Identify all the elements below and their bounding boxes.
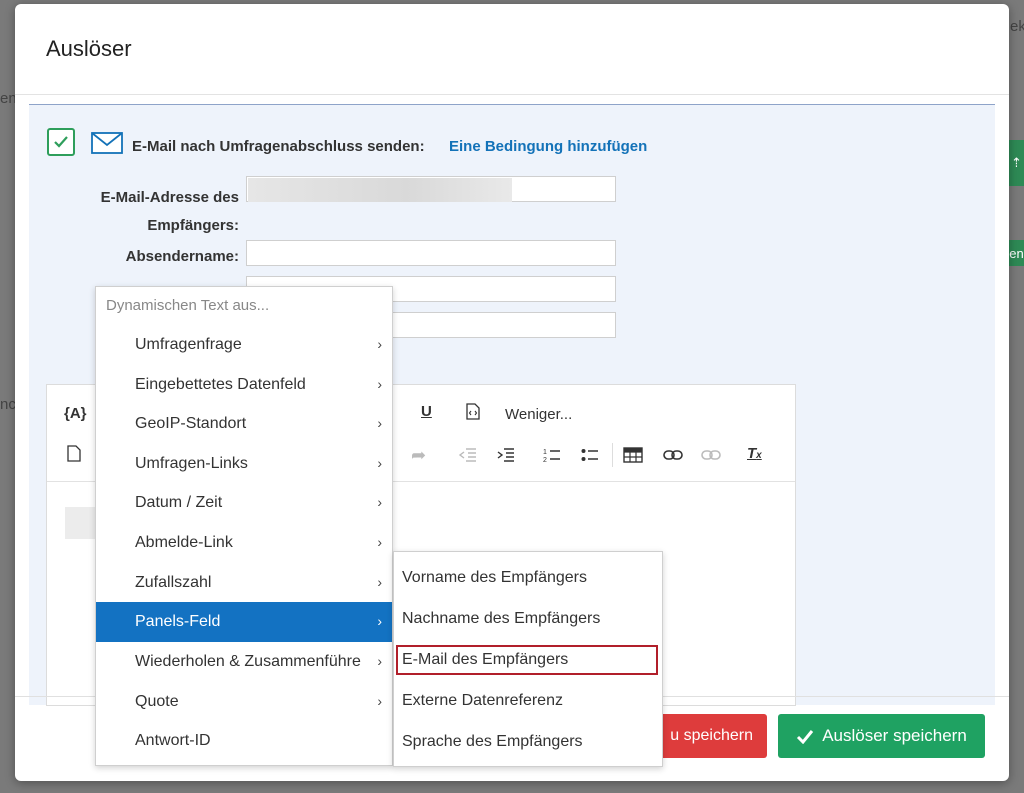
menu-header: Dynamischen Text aus...: [106, 297, 270, 314]
send-email-checkbox[interactable]: [47, 128, 75, 156]
document-icon[interactable]: [67, 445, 81, 462]
chevron-right-icon: ›: [377, 494, 382, 510]
menu-item-label: Datum / Zeit: [135, 494, 223, 511]
add-condition-link[interactable]: Eine Bedingung hinzufügen: [449, 138, 647, 155]
menu-item-date-time[interactable]: Datum / Zeit ›: [96, 483, 392, 523]
save-trigger-label: Auslöser speichern: [822, 726, 967, 745]
menu-item-label: GeoIP-Standort: [135, 415, 247, 432]
redo-icon[interactable]: ➦: [411, 445, 426, 466]
menu-item-label: Antwort-ID: [135, 732, 211, 749]
submenu-item-last-name[interactable]: Nachname des Empfängers: [394, 599, 662, 639]
menu-item-response-id[interactable]: Antwort-ID: [96, 721, 392, 761]
checkmark-icon: [797, 729, 814, 744]
chevron-right-icon: ›: [377, 693, 382, 709]
chevron-right-icon: ›: [377, 574, 382, 590]
sender-name-field[interactable]: [246, 240, 616, 266]
menu-item-label: Abmelde-Link: [135, 534, 233, 551]
outdent-icon[interactable]: [459, 447, 477, 463]
source-code-icon[interactable]: [466, 403, 480, 420]
save-trigger-button[interactable]: Auslöser speichern: [778, 714, 985, 758]
redacted-value: [248, 178, 512, 202]
svg-text:1: 1: [543, 449, 547, 456]
menu-item-loop-merge[interactable]: Wiederholen & Zusammenführe ›: [96, 642, 392, 682]
menu-item-survey-question[interactable]: Umfragenfrage ›: [96, 325, 392, 365]
chevron-right-icon: ›: [377, 415, 382, 431]
menu-item-random-number[interactable]: Zufallszahl ›: [96, 563, 392, 603]
menu-item-quota[interactable]: Quote ›: [96, 682, 392, 722]
bullet-list-icon[interactable]: [581, 447, 599, 463]
recipient-email-label-line2: Empfängers:: [147, 217, 239, 234]
chevron-right-icon: ›: [377, 653, 382, 669]
toolbar-divider: [612, 443, 613, 467]
link-icon[interactable]: [663, 449, 683, 461]
panels-field-submenu: Vorname des Empfängers Nachname des Empf…: [393, 551, 663, 767]
underline-button[interactable]: U: [421, 403, 432, 420]
menu-item-label: Eingebettetes Datenfeld: [135, 376, 306, 393]
submenu-item-external-reference[interactable]: Externe Datenreferenz: [394, 681, 662, 721]
menu-item-label: Quote: [135, 693, 179, 710]
send-email-label: E-Mail nach Umfragenabschluss senden:: [132, 138, 425, 155]
chevron-right-icon: ›: [377, 455, 382, 471]
piped-text-menu: Dynamischen Text aus... Umfragenfrage › E…: [95, 286, 393, 766]
remove-format-icon[interactable]: Tx: [747, 445, 762, 462]
chevron-right-icon: ›: [377, 613, 382, 629]
menu-item-embedded-data[interactable]: Eingebettetes Datenfeld ›: [96, 365, 392, 405]
divider: [15, 94, 1009, 95]
menu-item-geoip[interactable]: GeoIP-Standort ›: [96, 404, 392, 444]
piped-text-button[interactable]: {A}: [64, 405, 87, 422]
submenu-item-email[interactable]: E-Mail des Empfängers: [396, 645, 658, 675]
submenu-item-first-name[interactable]: Vorname des Empfängers: [394, 558, 662, 598]
background-fragment: ek: [1010, 18, 1024, 35]
table-icon[interactable]: [623, 447, 643, 463]
indent-icon[interactable]: [497, 447, 515, 463]
menu-item-survey-links[interactable]: Umfragen-Links ›: [96, 444, 392, 484]
less-toolbar-button[interactable]: Weniger...: [505, 406, 572, 423]
background-green-button: ⇡: [1009, 140, 1024, 186]
chevron-right-icon: ›: [377, 336, 382, 352]
numbered-list-icon[interactable]: 1 2: [543, 447, 561, 463]
menu-item-label: Zufallszahl: [135, 574, 212, 591]
chevron-right-icon: ›: [377, 376, 382, 392]
recipient-email-label-line1: E-Mail-Adresse des: [100, 189, 239, 206]
menu-item-label: Umfragen-Links: [135, 455, 248, 472]
submenu-item-language[interactable]: Sprache des Empfängers: [394, 722, 662, 762]
chevron-right-icon: ›: [377, 534, 382, 550]
envelope-icon: [91, 132, 123, 154]
redacted-content: [65, 507, 97, 539]
background-green-button: en: [1009, 240, 1024, 266]
background-fragment: nc: [0, 396, 16, 413]
modal-title: Auslöser: [46, 36, 132, 61]
recipient-email-field[interactable]: [246, 176, 616, 202]
menu-item-label: Panels-Feld: [135, 613, 221, 630]
menu-item-label: Umfragenfrage: [135, 336, 242, 353]
svg-text:2: 2: [543, 457, 547, 463]
menu-item-unsubscribe-link[interactable]: Abmelde-Link ›: [96, 523, 392, 563]
checkmark-icon: [54, 136, 68, 148]
unlink-icon[interactable]: [701, 449, 721, 463]
menu-item-panels-field[interactable]: Panels-Feld ›: [96, 602, 392, 642]
menu-item-label: Wiederholen & Zusammenführe: [135, 653, 361, 670]
recipient-email-label: E-Mail-Adresse des Empfängers:: [75, 184, 239, 240]
sender-name-label: Absendername:: [125, 248, 239, 265]
upload-icon: ⇡: [1011, 155, 1022, 170]
